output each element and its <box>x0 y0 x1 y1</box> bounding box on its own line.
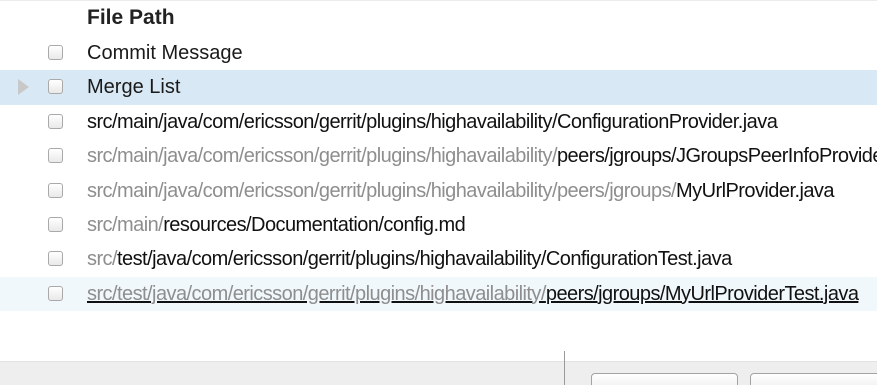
file-path-prefix: src/ <box>87 248 118 271</box>
table-row[interactable]: src/main/java/com/ericsson/gerrit/plugin… <box>0 174 877 208</box>
file-path-name: peers/jgroups/JGroupsPeerInfoProvider.ja… <box>556 145 877 168</box>
file-path-name: resources/Documentation/config.md <box>163 213 466 236</box>
table-row[interactable]: src/main/resources/Documentation/config.… <box>0 208 877 242</box>
table-row[interactable]: src/main/java/com/ericsson/gerrit/plugin… <box>0 139 877 173</box>
file-path-prefix: src/test/java/com/ericsson/gerrit/plugin… <box>87 282 546 305</box>
reviewed-checkbox[interactable] <box>48 113 63 129</box>
file-path-link[interactable]: src/main/java/com/ericsson/gerrit/plugin… <box>87 179 835 203</box>
file-path-name: src/main/java/com/ericsson/gerrit/plugin… <box>87 110 778 133</box>
table-row-selected[interactable]: Merge List <box>0 70 877 105</box>
toolbar-button[interactable] <box>591 373 738 385</box>
reviewed-checkbox[interactable] <box>48 148 63 164</box>
commit-message-link[interactable]: Commit Message <box>87 42 243 65</box>
toolbar-button[interactable] <box>750 373 877 385</box>
file-path-link[interactable]: src/main/java/com/ericsson/gerrit/plugin… <box>87 145 877 168</box>
file-path-link[interactable]: src/main/resources/Documentation/config.… <box>87 213 466 237</box>
reviewed-checkbox[interactable] <box>48 182 63 198</box>
file-path-prefix: src/main/java/com/ericsson/gerrit/plugin… <box>87 179 677 202</box>
merge-list-link[interactable]: Merge List <box>87 76 180 99</box>
file-path-name: peers/jgroups/MyUrlProviderTest.java <box>545 282 859 305</box>
reviewed-checkbox[interactable] <box>48 216 63 232</box>
file-list-screen: File Path Commit Message Merge List src/… <box>0 0 877 385</box>
table-row[interactable]: Commit Message <box>0 36 877 70</box>
file-path-link[interactable]: src/test/java/com/ericsson/gerrit/plugin… <box>87 282 859 306</box>
file-table: File Path Commit Message Merge List src/… <box>0 0 877 312</box>
file-path-prefix: src/main/java/com/ericsson/gerrit/plugin… <box>87 145 558 168</box>
file-path-header: File Path <box>87 6 175 29</box>
reviewed-checkbox[interactable] <box>48 79 63 95</box>
reviewed-checkbox[interactable] <box>48 251 63 267</box>
table-row[interactable]: src/main/java/com/ericsson/gerrit/plugin… <box>0 105 877 139</box>
reviewed-checkbox[interactable] <box>48 285 63 301</box>
file-path-link[interactable]: src/test/java/com/ericsson/gerrit/plugin… <box>87 248 732 271</box>
file-path-prefix: src/main/ <box>87 213 164 236</box>
file-path-name: MyUrlProvider.java <box>676 179 834 202</box>
table-header-row: File Path <box>0 0 877 36</box>
reviewed-checkbox[interactable] <box>48 45 63 60</box>
file-path-name: test/java/com/ericsson/gerrit/plugins/hi… <box>117 248 732 271</box>
file-path-link[interactable]: src/main/java/com/ericsson/gerrit/plugin… <box>87 110 778 134</box>
table-row[interactable]: src/test/java/com/ericsson/gerrit/plugin… <box>0 242 877 276</box>
current-row-pointer-icon <box>18 79 29 96</box>
table-row-hovered[interactable]: src/test/java/com/ericsson/gerrit/plugin… <box>0 276 877 312</box>
toolbar-divider <box>564 351 565 385</box>
bottom-toolbar <box>0 361 877 385</box>
